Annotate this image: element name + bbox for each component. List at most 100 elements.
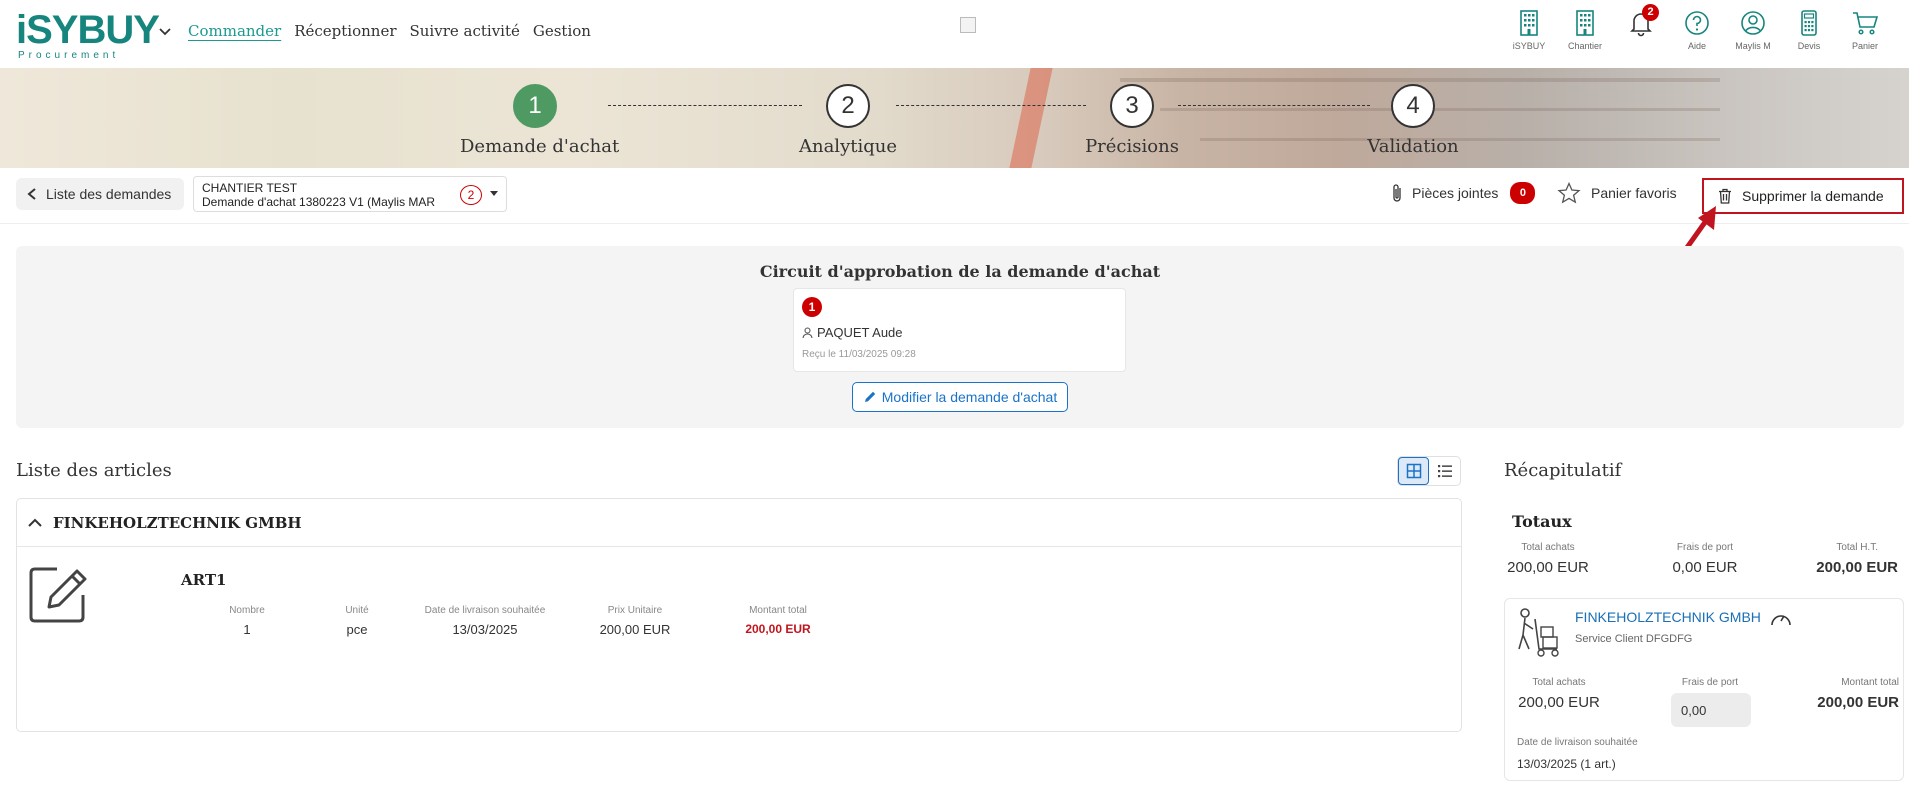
banner-background-line xyxy=(1120,78,1720,82)
calculator-icon xyxy=(1801,10,1817,36)
menu-suivre-activite[interactable]: Suivre activité xyxy=(410,22,520,40)
article-delivery-date: Date de livraison souhaitée 13/03/2025 xyxy=(400,605,570,637)
totals-value: 0,00 EUR xyxy=(1672,559,1738,576)
back-to-list-button[interactable]: Liste des demandes xyxy=(16,178,184,210)
attachments-label: Pièces jointes xyxy=(1412,185,1499,201)
broken-image-icon xyxy=(960,17,976,33)
devis-button[interactable]: Devis xyxy=(1781,8,1837,60)
approver-name: PAQUET Aude xyxy=(817,325,903,340)
step-label: Validation xyxy=(1367,136,1459,157)
user-label: Maylis M xyxy=(1735,41,1771,51)
totals-value: 200,00 EUR xyxy=(1507,559,1589,576)
col-value: 1 xyxy=(243,622,251,637)
col-value: 13/03/2025 xyxy=(452,622,518,637)
totals-header: Total achats xyxy=(1521,542,1575,553)
speedometer-icon[interactable] xyxy=(1769,607,1793,629)
chevron-down-icon[interactable] xyxy=(158,24,172,38)
view-toggle xyxy=(1397,456,1461,486)
menu-gestion[interactable]: Gestion xyxy=(533,22,591,40)
step-analytique[interactable]: 2 Analytique xyxy=(788,84,908,157)
approver-card: 1 PAQUET Aude Reçu le 11/03/2025 09:28 xyxy=(793,288,1126,372)
isybuy-label: iSYBUY xyxy=(1512,41,1546,51)
help-icon xyxy=(1685,11,1709,35)
request-toolbar: Liste des demandes CHANTIER TEST Demande… xyxy=(0,168,1909,224)
delivery-date-label: Date de livraison souhaitée xyxy=(1517,737,1638,748)
cart-icon xyxy=(1853,12,1879,35)
pencil-icon xyxy=(864,391,875,402)
recap-panel: Totaux Total achats 200,00 EUR Frais de … xyxy=(1494,498,1904,791)
caret-down-icon xyxy=(490,191,498,196)
col-header: Montant total xyxy=(749,605,807,616)
article-unit-price: Prix Unitaire 200,00 EUR xyxy=(585,605,685,637)
shipping-cost-input[interactable] xyxy=(1671,693,1751,727)
supplier-header: Montant total xyxy=(1841,677,1899,688)
step-precisions[interactable]: 3 Précisions xyxy=(1072,84,1192,157)
cart-project: CHANTIER TEST xyxy=(202,181,298,195)
chantier-building-button[interactable]: Chantier xyxy=(1557,8,1613,60)
col-value: 200,00 EUR xyxy=(599,622,671,637)
totals-value: 200,00 EUR xyxy=(1816,559,1898,576)
step-validation[interactable]: 4 Validation xyxy=(1353,84,1473,157)
user-account-button[interactable]: Maylis M xyxy=(1725,8,1781,60)
totals-title: Totaux xyxy=(1512,512,1572,531)
person-icon xyxy=(802,326,813,338)
step-connector xyxy=(1178,105,1370,106)
supplier-value: 200,00 EUR xyxy=(1817,694,1899,711)
cart-request-name: Demande d'achat 1380223 V1 (Maylis MAR xyxy=(202,195,436,209)
list-icon xyxy=(1437,465,1452,478)
totals-header: Total H.T. xyxy=(1836,542,1878,553)
col-header: Nombre xyxy=(229,605,265,616)
isybuy-logo[interactable]: iSYBUY Procurement xyxy=(16,8,160,61)
totals-purchases: Total achats 200,00 EUR xyxy=(1500,542,1596,576)
menu-receptionner[interactable]: Réceptionner xyxy=(294,22,396,40)
cart-count-badge: 2 xyxy=(460,185,482,205)
recap-section-title: Récapitulatif xyxy=(1504,460,1622,481)
step-connector xyxy=(608,105,802,106)
isybuy-building-button[interactable]: iSYBUY xyxy=(1501,8,1557,60)
approval-title: Circuit d'approbation de la demande d'ac… xyxy=(759,262,1161,281)
approver-name-row: PAQUET Aude xyxy=(802,325,903,340)
list-view-button[interactable] xyxy=(1429,457,1460,485)
delivery-person-icon xyxy=(1518,608,1559,657)
delivery-date-value: 13/03/2025 (1 art.) xyxy=(1517,757,1616,771)
step-demande-achat[interactable]: 1 Demande d'achat xyxy=(460,84,619,157)
modify-label: Modifier la demande d'achat xyxy=(881,389,1058,405)
grid-view-button[interactable] xyxy=(1398,457,1430,485)
step-number: 4 xyxy=(1391,84,1435,128)
logo-text: iSYBUY xyxy=(16,8,160,52)
panier-label: Panier xyxy=(1851,41,1878,51)
step-label: Analytique xyxy=(798,136,897,157)
articles-list-panel: FINKEHOLZTECHNIK GMBH ART1 Nombre 1 Unit… xyxy=(16,498,1462,732)
building-icon xyxy=(1520,10,1538,36)
article-unit: Unité pce xyxy=(317,605,397,637)
supplier-header: Frais de port xyxy=(1681,677,1739,688)
delete-request-button[interactable]: Supprimer la demande xyxy=(1702,178,1904,214)
supplier-purchases: Total achats 200,00 EUR xyxy=(1509,677,1609,711)
chevron-left-icon xyxy=(27,188,36,200)
attachments-button[interactable]: Pièces jointes 0 xyxy=(1390,182,1536,204)
col-value: pce xyxy=(346,622,368,637)
panier-button[interactable]: Panier xyxy=(1837,8,1893,60)
back-label: Liste des demandes xyxy=(46,186,172,202)
attachments-count-badge: 0 xyxy=(1510,182,1536,204)
edit-note-icon xyxy=(29,567,87,623)
notifications-button[interactable]: 2 xyxy=(1613,4,1669,60)
help-button[interactable]: Aide xyxy=(1669,8,1725,60)
supplier-group-header[interactable]: FINKEHOLZTECHNIK GMBH xyxy=(17,499,1461,547)
articles-section-title: Liste des articles xyxy=(16,460,172,481)
grid-icon xyxy=(1406,463,1421,479)
received-date: Reçu le 11/03/2025 09:28 xyxy=(802,349,916,360)
col-value: 200,00 EUR xyxy=(745,622,811,636)
modify-request-button[interactable]: Modifier la demande d'achat xyxy=(852,382,1068,412)
cart-selector-dropdown[interactable]: CHANTIER TEST Demande d'achat 1380223 V1… xyxy=(193,176,507,212)
supplier-link[interactable]: FINKEHOLZTECHNIK GMBH xyxy=(1575,609,1761,625)
step-number: 2 xyxy=(826,84,870,128)
col-header: Unité xyxy=(345,605,369,616)
totals-ht: Total H.T. 200,00 EUR xyxy=(1794,542,1898,576)
supplier-service: Service Client DFGDFG xyxy=(1575,633,1693,645)
menu-commander[interactable]: Commander xyxy=(188,22,281,40)
favorites-label: Panier favoris xyxy=(1591,185,1677,201)
building-icon xyxy=(1576,10,1594,36)
chevron-up-icon xyxy=(28,518,42,527)
supplier-header: Total achats xyxy=(1532,677,1586,688)
